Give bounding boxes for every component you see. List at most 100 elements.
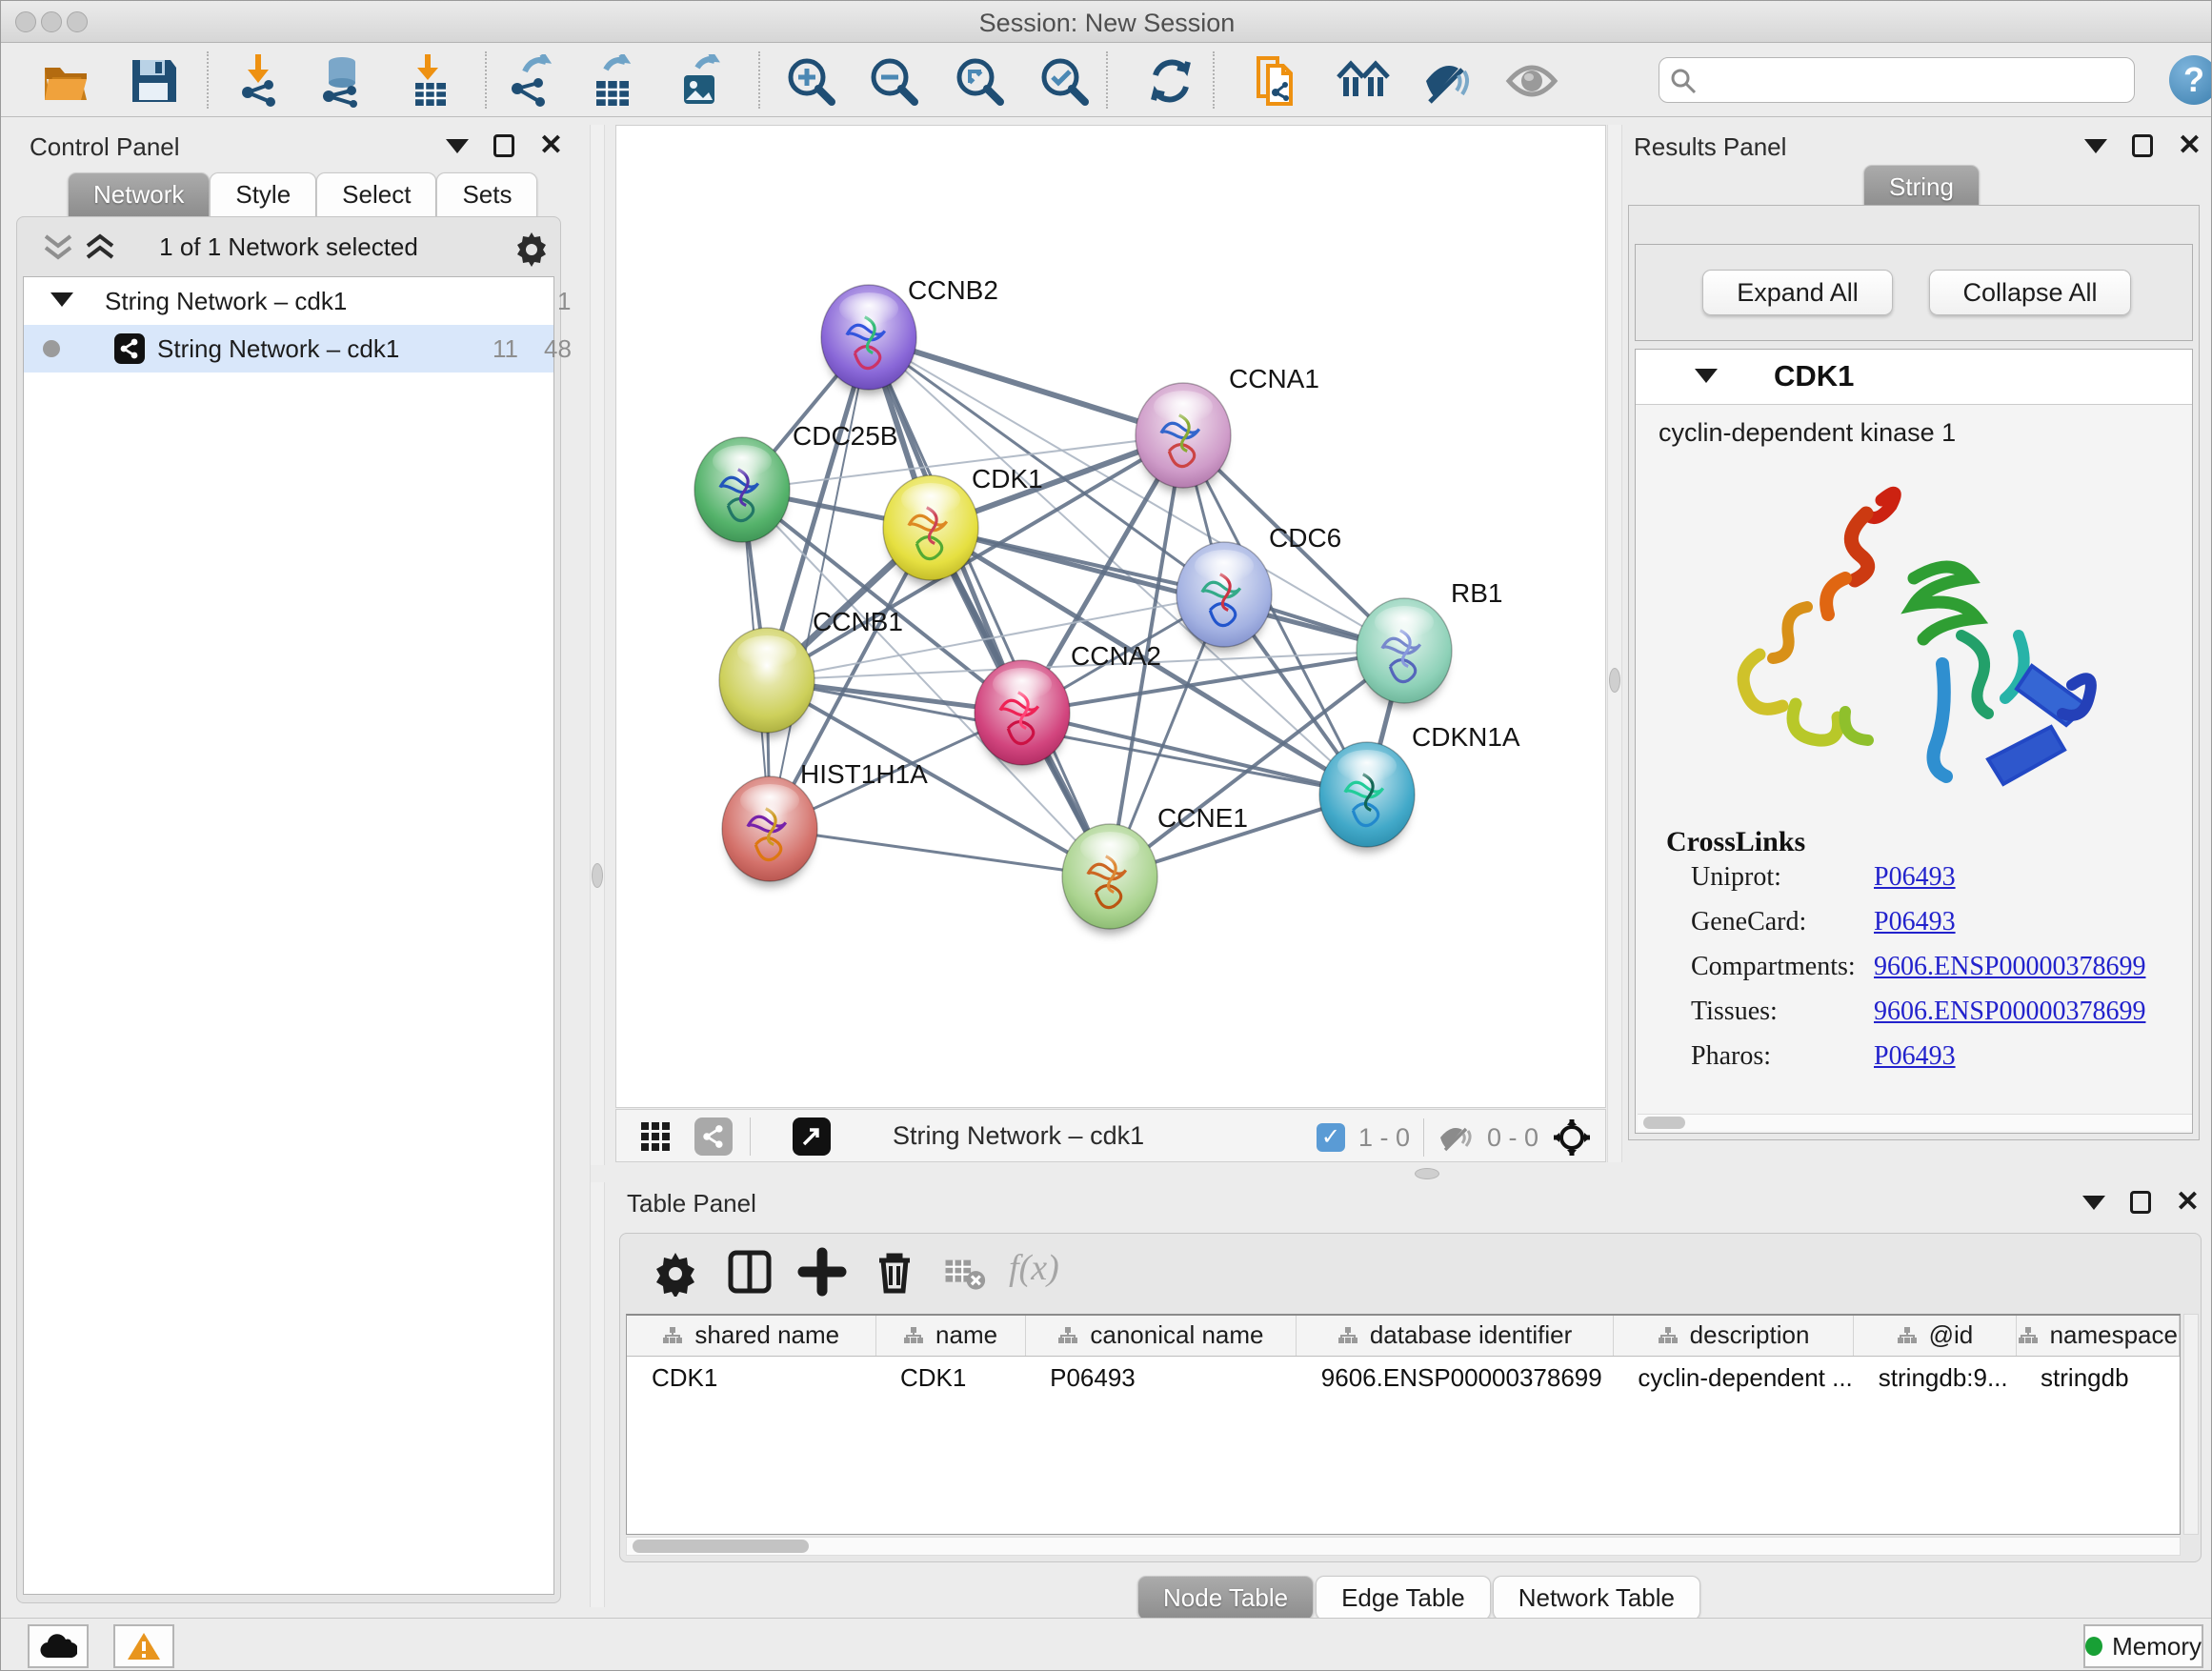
birds-eye-grid-icon[interactable]	[639, 1120, 672, 1153]
tab-node-table[interactable]: Node Table	[1137, 1576, 1314, 1620]
crosslink-link[interactable]: P06493	[1874, 1041, 1956, 1072]
cybrowser-home-icon[interactable]	[1337, 54, 1390, 108]
node-CCNB2[interactable]: CCNB2	[821, 275, 998, 394]
table-cell[interactable]: 9606.ENSP00000378699	[1297, 1356, 1614, 1399]
save-session-icon[interactable]	[127, 54, 180, 108]
column-header-name[interactable]: name	[875, 1316, 1025, 1356]
open-in-window-icon[interactable]	[793, 1117, 831, 1156]
import-network-file-icon[interactable]	[234, 54, 288, 108]
control-panel-close-icon[interactable]: ✕	[539, 134, 563, 157]
search-input[interactable]	[1705, 62, 2124, 98]
import-table-icon[interactable]	[404, 54, 457, 108]
zoom-selected-icon[interactable]	[1037, 54, 1091, 108]
crosslink-link[interactable]: P06493	[1874, 862, 1956, 893]
cloud-button[interactable]	[28, 1624, 89, 1668]
gear-icon[interactable]	[651, 1247, 700, 1297]
control-panel-collapse-icon[interactable]	[446, 139, 469, 153]
table-cell[interactable]: P06493	[1025, 1356, 1297, 1399]
collection-expander-icon[interactable]	[50, 292, 73, 307]
column-header-canonical-name[interactable]: canonical name	[1025, 1316, 1297, 1356]
column-header-description[interactable]: description	[1613, 1316, 1853, 1356]
results-panel-close-icon[interactable]: ✕	[2178, 134, 2202, 157]
help-icon[interactable]: ?	[2169, 55, 2212, 105]
table-panel-collapse-icon[interactable]	[2082, 1196, 2105, 1210]
function-builder-icon[interactable]: f(x)	[1009, 1247, 1095, 1297]
results-panel-collapse-icon[interactable]	[2084, 139, 2107, 153]
export-table-icon[interactable]	[587, 54, 640, 108]
node-CDK1[interactable]: CDK1	[883, 464, 1043, 585]
delete-table-icon[interactable]	[942, 1247, 986, 1297]
network-collection-row[interactable]: String Network – cdk1 1	[24, 277, 553, 325]
tab-network[interactable]: Network	[68, 172, 210, 216]
edge-CCNB2-CCNE1[interactable]	[869, 337, 1110, 876]
network-node-count: 11	[493, 334, 518, 364]
edge-CCNB2-HIST1H1A[interactable]	[770, 337, 869, 829]
gene-header-row[interactable]: CDK1	[1636, 350, 2192, 405]
show-all-icon[interactable]	[1505, 54, 1558, 108]
results-hscrollbar[interactable]	[1638, 1114, 2192, 1131]
column-header-namespace[interactable]: namespace	[2016, 1316, 2179, 1356]
table-vscrollbar[interactable]	[2183, 1314, 2199, 1535]
node-CCNA1[interactable]: CCNA1	[1136, 364, 1319, 493]
delete-column-icon[interactable]	[870, 1247, 919, 1297]
selected-nodes-checkbox-icon[interactable]: ✓	[1317, 1123, 1345, 1152]
export-network-icon[interactable]	[506, 54, 559, 108]
gene-expander-icon[interactable]	[1695, 369, 1718, 383]
crosslink-link[interactable]: 9606.ENSP00000378699	[1874, 952, 2145, 982]
hide-selected-icon[interactable]	[1420, 54, 1474, 108]
toolbar-separator	[485, 51, 487, 109]
table-panel-float-icon[interactable]	[2130, 1191, 2151, 1214]
tab-network-table[interactable]: Network Table	[1493, 1576, 1700, 1620]
table-cell[interactable]: cyclin-dependent ...	[1613, 1356, 1853, 1399]
control-panel-float-icon[interactable]	[493, 134, 514, 157]
network-row[interactable]: String Network – cdk1 11 48	[24, 325, 553, 372]
table-cell[interactable]: stringdb:9...	[1854, 1356, 2016, 1399]
column-header-database-identifier[interactable]: database identifier	[1297, 1316, 1614, 1356]
export-image-icon[interactable]	[674, 54, 728, 108]
node-table[interactable]: shared namenamecanonical namedatabase id…	[626, 1314, 2181, 1535]
node-CDKN1A[interactable]: CDKN1A	[1319, 722, 1520, 852]
column-header-shared-name[interactable]: shared name	[627, 1316, 875, 1356]
table-panel-close-icon[interactable]: ✕	[2176, 1191, 2200, 1214]
table-hscrollbar[interactable]	[626, 1537, 2181, 1556]
gear-icon[interactable]	[513, 229, 551, 267]
node-CDC6[interactable]: CDC6	[1176, 523, 1341, 652]
network-canvas[interactable]: CCNB2CCNA1CDC25BCDK1CDC6RB1CCNB1CCNA2CDK…	[615, 125, 1606, 1108]
table-cell[interactable]: CDK1	[875, 1356, 1025, 1399]
columns-icon[interactable]	[725, 1247, 774, 1297]
column-header--id[interactable]: @id	[1854, 1316, 2016, 1356]
warning-button[interactable]	[113, 1624, 174, 1668]
clone-network-icon[interactable]	[1251, 54, 1304, 108]
memory-button[interactable]: Memory	[2083, 1624, 2203, 1668]
table-cell[interactable]: CDK1	[627, 1356, 875, 1399]
fit-content-crosshair-icon[interactable]	[1552, 1117, 1592, 1158]
tab-select[interactable]: Select	[316, 172, 436, 216]
import-network-database-icon[interactable]	[315, 54, 369, 108]
left-splitter[interactable]	[590, 125, 605, 1607]
tab-string[interactable]: String	[1863, 165, 1980, 209]
zoom-fit-icon[interactable]	[953, 54, 1006, 108]
table-row[interactable]: CDK1CDK1P064939606.ENSP00000378699cyclin…	[627, 1356, 2180, 1399]
tab-sets[interactable]: Sets	[436, 172, 537, 216]
zoom-out-icon[interactable]	[867, 54, 920, 108]
table-cell[interactable]: stringdb	[2016, 1356, 2179, 1399]
refresh-icon[interactable]	[1144, 54, 1197, 108]
node-CCNE1[interactable]: CCNE1	[1062, 803, 1248, 934]
results-panel-float-icon[interactable]	[2132, 134, 2153, 157]
network-graph[interactable]: CCNB2CCNA1CDC25BCDK1CDC6RB1CCNB1CCNA2CDK…	[616, 126, 1605, 1107]
collapse-all-button[interactable]: Collapse All	[1929, 270, 2131, 315]
tab-style[interactable]: Style	[210, 172, 316, 216]
string-view-icon[interactable]	[694, 1117, 733, 1156]
edge-HIST1H1A-CCNE1[interactable]	[770, 829, 1110, 876]
tab-edge-table[interactable]: Edge Table	[1316, 1576, 1491, 1620]
bottom-splitter[interactable]	[591, 1165, 2212, 1182]
add-column-icon[interactable]	[797, 1247, 847, 1297]
node-RB1[interactable]: RB1	[1357, 578, 1502, 708]
node-HIST1H1A[interactable]: HIST1H1A	[722, 759, 928, 886]
crosslink-link[interactable]: 9606.ENSP00000378699	[1874, 997, 2145, 1027]
expand-all-button[interactable]: Expand All	[1702, 270, 1893, 315]
crosslink-link[interactable]: P06493	[1874, 907, 1956, 937]
open-session-icon[interactable]	[39, 54, 92, 108]
zoom-in-icon[interactable]	[784, 54, 837, 108]
edge-CCNB2-CCNA1[interactable]	[869, 337, 1183, 435]
